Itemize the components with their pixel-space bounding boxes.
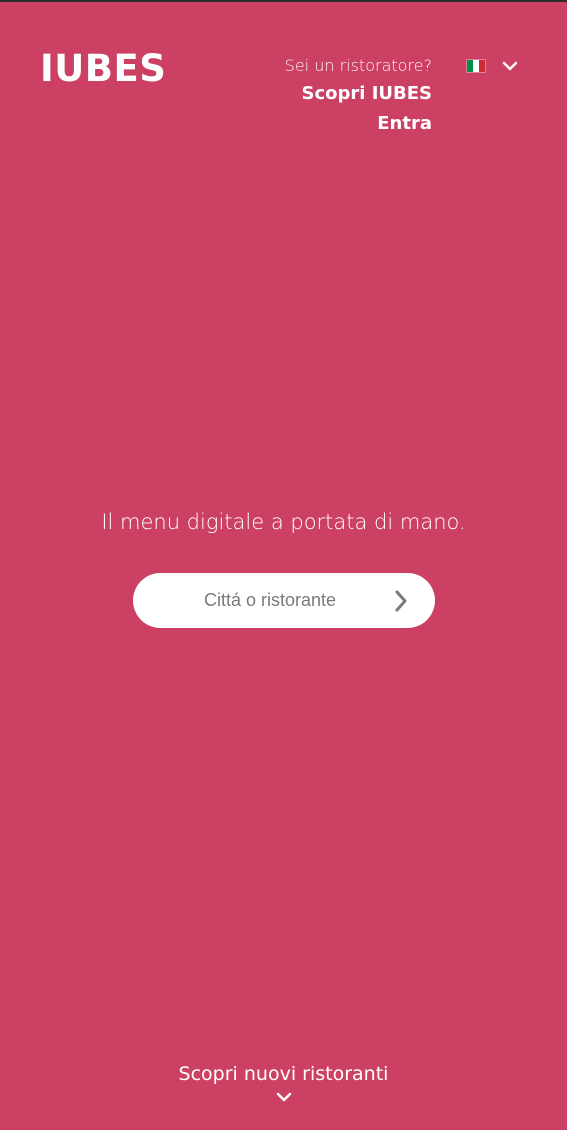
restaurateur-question: Sei un ristoratore? <box>284 56 432 75</box>
chevron-right-icon <box>395 590 407 611</box>
discover-restaurants-label: Scopri nuovi ristoranti <box>178 1063 389 1085</box>
restaurateur-links: Sei un ristoratore? Scopri IUBES Entra <box>285 55 432 139</box>
language-selector[interactable] <box>466 56 524 76</box>
top-border <box>0 0 567 2</box>
login-link[interactable]: Entra <box>285 109 432 139</box>
discover-restaurants-button[interactable]: Scopri nuovi ristoranti <box>0 1060 567 1104</box>
chevron-down-icon <box>502 61 518 71</box>
tagline: Il menu digitale a portata di mano. <box>101 510 466 534</box>
logo[interactable]: IUBES <box>40 50 166 87</box>
chevron-down-icon <box>276 1092 291 1102</box>
discover-iubes-link[interactable]: Scopri IUBES <box>285 79 433 109</box>
italy-flag-icon <box>466 59 486 73</box>
search-box <box>133 573 435 628</box>
search-input[interactable] <box>153 589 387 612</box>
search-submit-button[interactable] <box>389 587 413 615</box>
